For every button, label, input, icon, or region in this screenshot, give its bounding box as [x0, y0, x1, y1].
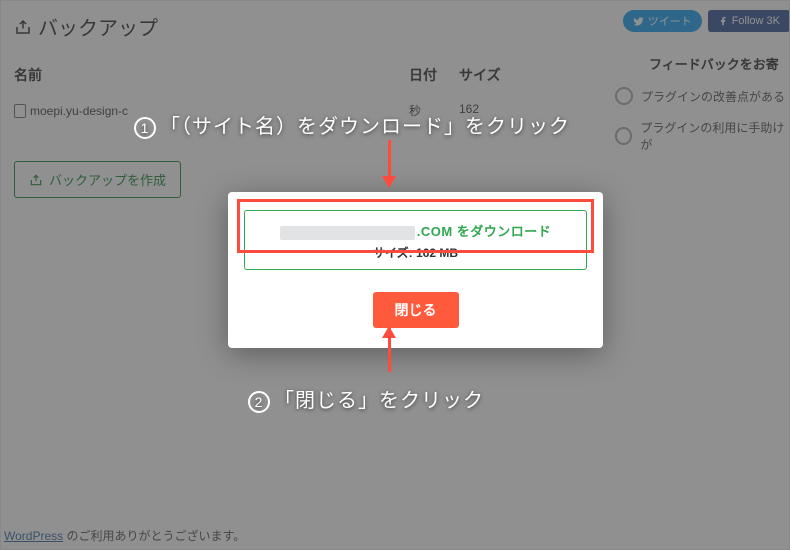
step-number-2: 2	[248, 391, 270, 413]
download-link[interactable]: .COM をダウンロード	[253, 221, 578, 240]
instruction-1-text: 「（サイト名）をダウンロード」をクリック	[160, 116, 570, 138]
arrow-down-icon	[388, 140, 391, 186]
instruction-2-text: 「閉じる」をクリック	[274, 390, 484, 412]
download-modal: .COM をダウンロード サイズ: 162 MB 閉じる	[228, 192, 603, 348]
download-size: サイズ: 162 MB	[253, 244, 578, 261]
step-number-1: 1	[134, 117, 156, 139]
download-suffix: .COM をダウンロード	[417, 224, 552, 239]
instruction-1: 1「（サイト名）をダウンロード」をクリック	[134, 110, 570, 139]
arrow-up-icon	[388, 328, 391, 372]
close-button-label: 閉じる	[395, 302, 437, 318]
instruction-2: 2「閉じる」をクリック	[248, 384, 484, 413]
close-button[interactable]: 閉じる	[373, 292, 459, 328]
download-box[interactable]: .COM をダウンロード サイズ: 162 MB	[244, 210, 587, 270]
sitename-redacted	[280, 226, 415, 240]
